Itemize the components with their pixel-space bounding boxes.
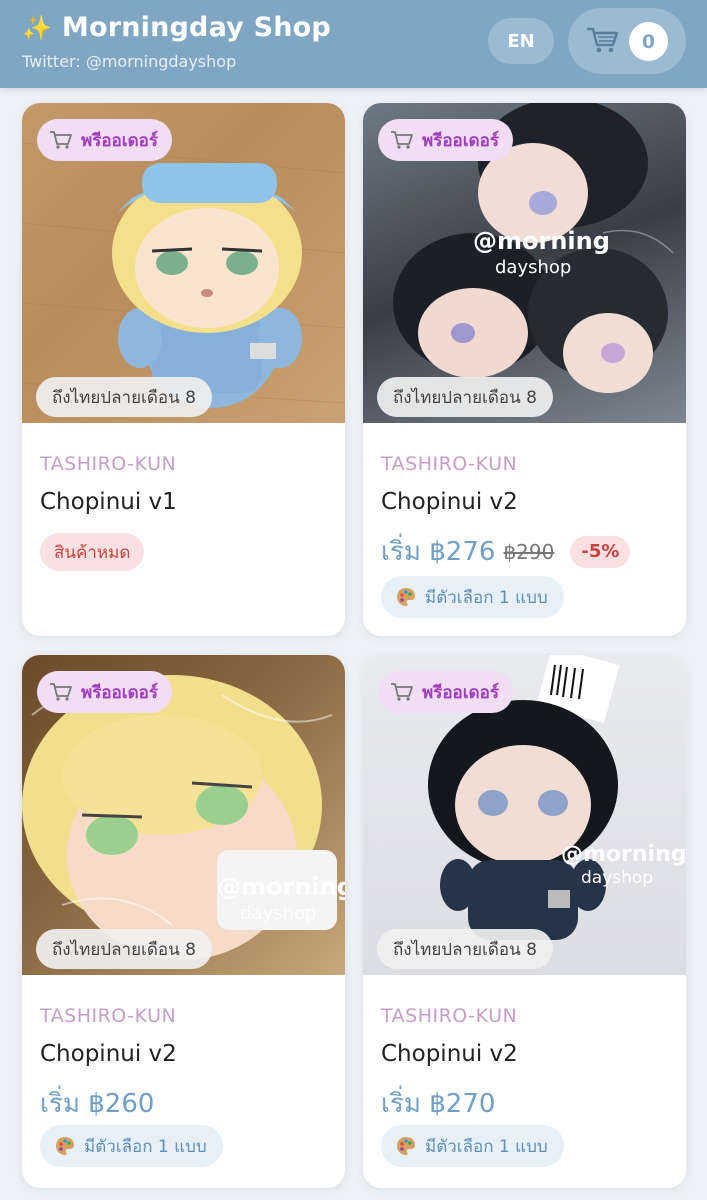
product-price: เริ่ม ฿276 xyxy=(381,537,496,567)
options-label: มีตัวเลือก 1 แบบ xyxy=(84,1136,207,1157)
product-image[interactable]: พรีออเดอร์ ถึงไทยปลายเดือน 8 xyxy=(22,103,345,423)
watermark-line1: @morning xyxy=(473,227,610,255)
price-row: เริ่ม ฿260 xyxy=(40,1083,154,1124)
options-label: มีตัวเลือก 1 แบบ xyxy=(425,1136,548,1157)
twitter-handle[interactable]: Twitter: @morningdayshop xyxy=(22,52,236,71)
arrival-label: ถึงไทยปลายเดือน 8 xyxy=(36,377,212,417)
product-brand: TASHIRO-KUN xyxy=(381,1005,518,1027)
preorder-badge: พรีออเดอร์ xyxy=(378,671,513,713)
discount-badge: -5% xyxy=(570,535,631,568)
preorder-label: พรีออเดอร์ xyxy=(422,130,499,151)
cart-icon xyxy=(586,27,619,53)
app-header: ✨ Morningday Shop Twitter: @morningdaysh… xyxy=(0,0,707,88)
palette-icon xyxy=(397,1137,415,1155)
palette-icon xyxy=(397,588,415,606)
cart-icon xyxy=(391,131,413,149)
watermark-line2: dayshop xyxy=(495,257,571,278)
palette-icon xyxy=(56,1137,74,1155)
product-name[interactable]: Chopinui v2 xyxy=(40,1041,177,1067)
original-price: ฿290 xyxy=(503,539,555,564)
product-card[interactable]: @morning dayshop พรีออเดอร์ ถึงไทยปลายเด… xyxy=(363,103,686,636)
watermark-line2: dayshop xyxy=(581,868,653,888)
shop-brand[interactable]: ✨ Morningday Shop xyxy=(22,12,331,43)
sold-out-badge: สินค้าหมด xyxy=(40,533,145,571)
arrival-label: ถึงไทยปลายเดือน 8 xyxy=(377,377,553,417)
options-chip[interactable]: มีตัวเลือก 1 แบบ xyxy=(381,576,564,618)
product-brand: TASHIRO-KUN xyxy=(40,453,177,475)
arrival-label: ถึงไทยปลายเดือน 8 xyxy=(36,929,212,969)
preorder-label: พรีออเดอร์ xyxy=(422,682,499,703)
price-row: เริ่ม ฿276 ฿290 -5% xyxy=(381,531,631,572)
preorder-label: พรีออเดอร์ xyxy=(81,130,158,151)
watermark-line1: @morning xyxy=(561,842,686,867)
product-name[interactable]: Chopinui v2 xyxy=(381,489,518,515)
options-chip[interactable]: มีตัวเลือก 1 แบบ xyxy=(381,1125,564,1167)
watermark-line1: @morning xyxy=(217,873,345,901)
preorder-label: พรีออเดอร์ xyxy=(81,682,158,703)
cart-icon xyxy=(50,683,72,701)
product-image[interactable]: @morning dayshop พรีออเดอร์ ถึงไทยปลายเด… xyxy=(363,103,686,423)
product-card[interactable]: พรีออเดอร์ ถึงไทยปลายเดือน 8 TASHIRO-KUN… xyxy=(22,103,345,636)
product-price: เริ่ม ฿270 xyxy=(381,1089,496,1119)
language-toggle-button[interactable]: EN xyxy=(488,18,554,64)
product-card[interactable]: @morning dayshop พรีออเดอร์ ถึงไทยปลายเด… xyxy=(363,655,686,1188)
options-label: มีตัวเลือก 1 แบบ xyxy=(425,587,548,608)
product-name[interactable]: Chopinui v2 xyxy=(381,1041,518,1067)
product-brand: TASHIRO-KUN xyxy=(40,1005,177,1027)
options-chip[interactable]: มีตัวเลือก 1 แบบ xyxy=(40,1125,223,1167)
cart-icon xyxy=(391,683,413,701)
preorder-badge: พรีออเดอร์ xyxy=(37,671,172,713)
product-image[interactable]: @morning dayshop พรีออเดอร์ ถึงไทยปลายเด… xyxy=(22,655,345,975)
shop-title: Morningday Shop xyxy=(61,12,331,43)
preorder-badge: พรีออเดอร์ xyxy=(378,119,513,161)
cart-icon xyxy=(50,131,72,149)
product-card[interactable]: @morning dayshop พรีออเดอร์ ถึงไทยปลายเด… xyxy=(22,655,345,1188)
arrival-label: ถึงไทยปลายเดือน 8 xyxy=(377,929,553,969)
product-image[interactable]: @morning dayshop พรีออเดอร์ ถึงไทยปลายเด… xyxy=(363,655,686,975)
cart-count-badge: 0 xyxy=(629,22,668,61)
product-name[interactable]: Chopinui v1 xyxy=(40,489,177,515)
product-price: เริ่ม ฿260 xyxy=(40,1089,155,1119)
sparkle-icon: ✨ xyxy=(22,13,52,42)
price-row: เริ่ม ฿270 xyxy=(381,1083,495,1124)
product-brand: TASHIRO-KUN xyxy=(381,453,518,475)
cart-button[interactable] xyxy=(568,8,686,74)
preorder-badge: พรีออเดอร์ xyxy=(37,119,172,161)
watermark-line2: dayshop xyxy=(240,903,316,924)
